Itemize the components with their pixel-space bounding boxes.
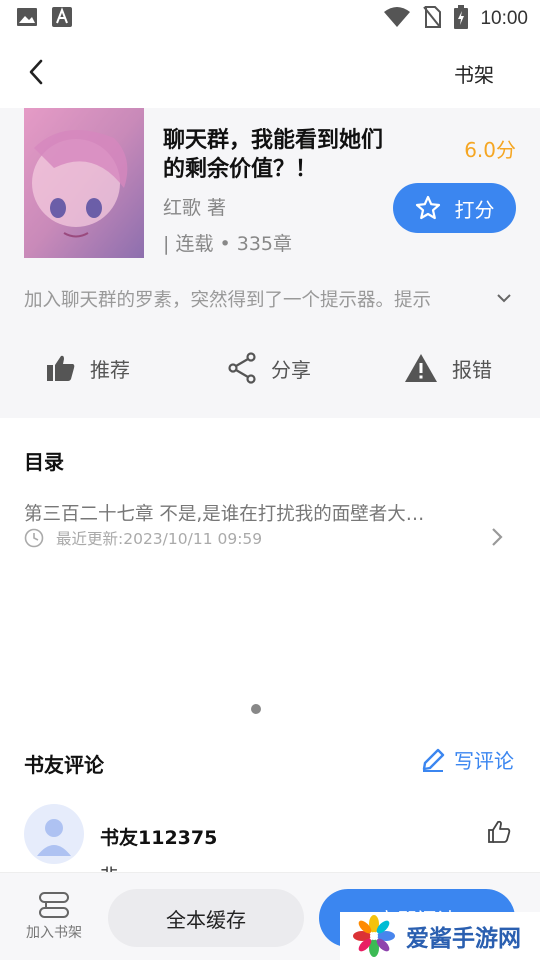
warning-icon [405, 354, 437, 382]
thumbs-up-icon [47, 355, 75, 381]
book-meta: | 连载 • 335章 [163, 233, 292, 255]
no-sim-icon [422, 5, 442, 33]
share-button[interactable]: 分享 [227, 348, 311, 388]
avatar[interactable] [24, 804, 84, 864]
report-error-button[interactable]: 报错 [404, 348, 492, 388]
latest-chapter-link[interactable]: 第三百二十七章 不是,是谁在打扰我的面壁者大… [24, 500, 476, 526]
battery-charging-icon [454, 5, 469, 33]
pencil-icon [422, 748, 445, 772]
update-time-text: 最近更新:2023/10/11 09:59 [56, 530, 263, 548]
share-icon [228, 352, 256, 384]
user-avatar-icon [37, 819, 71, 856]
star-icon [415, 195, 440, 220]
recommend-label: 推荐 [90, 357, 130, 382]
image-icon [16, 7, 38, 31]
bookshelf-icon [39, 892, 69, 918]
write-comment-label: 写评论 [454, 749, 514, 773]
status-bar: 10:00 [0, 0, 540, 36]
book-cover[interactable] [24, 108, 144, 258]
book-score: 6.0分 [464, 138, 516, 162]
rate-button[interactable]: 打分 [393, 183, 516, 233]
chevron-down-icon [497, 294, 511, 303]
expand-intro-button[interactable] [496, 290, 512, 309]
watermark-text: 爱酱手游网 [406, 926, 521, 952]
wifi-icon [384, 6, 411, 32]
cache-all-button[interactable]: 全本缓存 [108, 889, 304, 947]
chevron-right-icon [492, 528, 503, 546]
font-icon [52, 7, 72, 31]
like-comment-button[interactable] [487, 820, 511, 848]
recommend-button[interactable]: 推荐 [46, 348, 130, 388]
top-bar: 书架 [0, 36, 540, 108]
add-to-shelf-button[interactable]: 加入书架 [18, 891, 90, 942]
report-label: 报错 [452, 357, 492, 382]
book-title: 聊天群，我能看到她们的剩余价值？！ [163, 128, 384, 182]
write-comment-button[interactable]: 写评论 [420, 745, 514, 774]
update-time: 最近更新:2023/10/11 09:59 [24, 527, 262, 549]
page-indicator-dot [251, 704, 261, 714]
comments-title: 书友评论 [24, 753, 104, 777]
thumbs-up-outline-icon [488, 820, 511, 843]
book-info-card: 聊天群，我能看到她们的剩余价值？！ 6.0分 红歌 著 | 连载 • 335章 … [0, 108, 540, 418]
cache-label: 全本缓存 [166, 907, 246, 932]
toc-title: 目录 [24, 450, 64, 474]
bookshelf-link[interactable]: 书架 [454, 59, 494, 88]
pinwheel-logo-icon [353, 915, 395, 957]
back-button[interactable] [22, 58, 50, 86]
commenter-name[interactable]: 书友112375 [100, 823, 217, 850]
action-row: 推荐 分享 报错 [0, 348, 540, 408]
chevron-left-icon [29, 59, 43, 85]
book-author[interactable]: 红歌 著 [163, 193, 226, 220]
toc-open-button[interactable] [490, 527, 504, 551]
add-shelf-label: 加入书架 [26, 925, 82, 941]
clock-icon [24, 528, 44, 548]
book-intro[interactable]: 加入聊天群的罗素，突然得到了一个提示器。提示 [24, 286, 494, 312]
watermark: 爱酱手游网 [340, 912, 540, 960]
share-label: 分享 [271, 357, 311, 382]
status-time: 10:00 [480, 8, 528, 29]
rate-label: 打分 [454, 197, 495, 222]
